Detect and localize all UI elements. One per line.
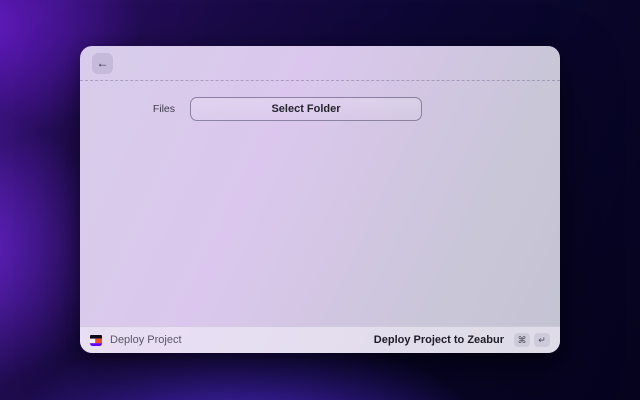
- back-button[interactable]: ←: [92, 53, 113, 74]
- form-content: Files Select Folder: [80, 81, 560, 326]
- primary-action-label: Deploy Project to Zeabur: [374, 334, 504, 346]
- return-key-icon: ↵: [534, 333, 550, 347]
- extension-identity: Deploy Project: [90, 334, 182, 346]
- action-bar: Deploy Project Deploy Project to Zeabur …: [80, 326, 560, 353]
- raycast-window: ← Files Select Folder Deploy Project Dep…: [80, 46, 560, 353]
- files-form-row: Files Select Folder: [80, 97, 560, 121]
- command-key-icon: ⌘: [514, 333, 530, 347]
- window-header: ←: [80, 46, 560, 81]
- select-folder-button[interactable]: Select Folder: [190, 97, 422, 121]
- zeabur-logo-icon: [90, 334, 102, 346]
- files-field-label: Files: [80, 103, 190, 115]
- extension-title: Deploy Project: [110, 334, 182, 346]
- primary-action[interactable]: Deploy Project to Zeabur ⌘ ↵: [374, 333, 550, 347]
